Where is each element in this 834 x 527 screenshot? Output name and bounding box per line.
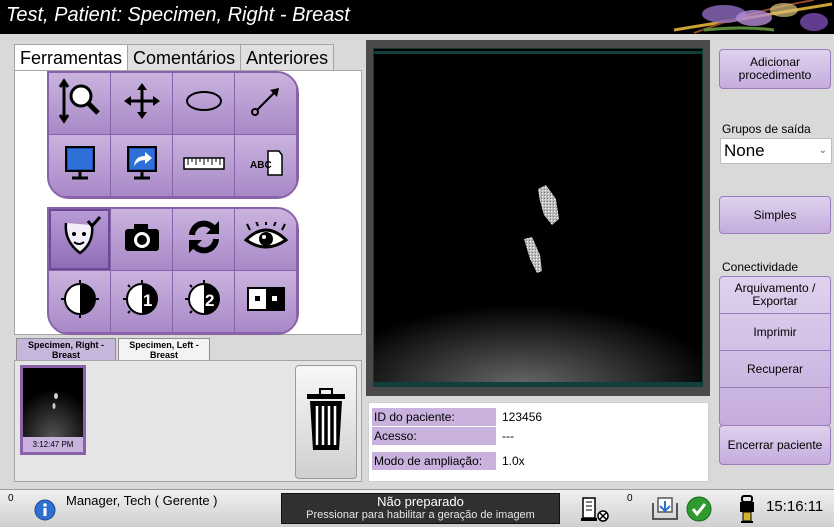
specimen-image [374, 49, 702, 386]
text-annotation-icon: ABC [248, 148, 284, 183]
window-title: Test, Patient: Specimen, Right - Breast [6, 4, 350, 26]
output-group-select[interactable]: None ⌄ [720, 138, 832, 164]
thumbnail-image [23, 368, 83, 438]
tool-group-image: 1 2 [47, 207, 299, 335]
contrast-1-button[interactable]: 1 [111, 271, 173, 333]
contrast-button[interactable] [49, 271, 111, 333]
svg-text:1: 1 [143, 291, 152, 310]
contrast-icon [60, 279, 100, 324]
not-ready-title: Não preparado [377, 494, 464, 509]
access-value: --- [502, 429, 514, 443]
thumbnail-time: 3:12:47 PM [23, 437, 83, 452]
retrieve-button[interactable]: Recuperar [720, 351, 830, 388]
tab-ferramentas[interactable]: Ferramentas [14, 44, 129, 71]
refresh-button[interactable] [173, 209, 235, 271]
eye-button[interactable] [235, 209, 297, 271]
camera-icon [122, 220, 162, 259]
text-annotation-button[interactable]: ABC [235, 135, 297, 197]
patient-id-label: ID do paciente: [372, 408, 496, 426]
magnification-value: 1.0x [502, 454, 525, 468]
not-ready-button[interactable]: Não preparado Pressionar para habilitar … [281, 493, 560, 524]
face-check-button[interactable] [49, 209, 111, 271]
app-window: Test, Patient: Specimen, Right - Breast … [0, 0, 834, 527]
lock-status-icon[interactable] [737, 494, 757, 524]
patient-info-panel: ID do paciente: 123456 Acesso: --- Modo … [368, 402, 709, 482]
refresh-icon [184, 217, 224, 262]
tab-anteriores[interactable]: Anteriores [240, 44, 335, 70]
ruler-button[interactable] [173, 135, 235, 197]
tool-panel: ABC 1 2 [14, 70, 362, 335]
send-image-button[interactable] [111, 135, 173, 197]
print-button[interactable]: Imprimir [720, 314, 830, 351]
series-tab-right[interactable]: Specimen, Right - Breast [16, 338, 116, 360]
magnification-label: Modo de ampliação: [372, 452, 496, 470]
ellipse-icon [184, 89, 224, 118]
svg-text:2: 2 [205, 291, 214, 310]
alert-count: 0 [8, 493, 14, 504]
monitor-button[interactable] [49, 135, 111, 197]
archive-export-button[interactable]: Arquivamento / Exportar [720, 277, 830, 314]
tool-group-annotation: ABC [47, 71, 299, 199]
series-tab-left[interactable]: Specimen, Left - Breast [118, 338, 210, 360]
queue-count: 0 [627, 493, 633, 504]
pan-button[interactable] [111, 73, 173, 135]
output-groups-label: Grupos de saída [722, 122, 811, 136]
trash-button[interactable] [295, 365, 357, 479]
device-disconnected-icon[interactable] [580, 496, 610, 524]
add-procedure-button[interactable]: Adicionar procedimento [719, 49, 831, 89]
close-patient-button[interactable]: Encerrar paciente [719, 425, 831, 465]
contrast-2-button[interactable]: 2 [173, 271, 235, 333]
thumbnail-panel: 3:12:47 PM [14, 360, 362, 482]
not-ready-subtitle: Pressionar para habilitar a geração de i… [306, 509, 535, 521]
check-status-icon[interactable] [686, 496, 712, 522]
image-viewer[interactable] [373, 48, 703, 387]
clock: 15:16:11 [766, 498, 824, 515]
arrow-icon [249, 84, 283, 123]
image-thumbnail[interactable]: 3:12:47 PM [20, 365, 86, 455]
print-queue-icon[interactable] [650, 495, 680, 523]
series-tabs: Specimen, Right - Breast Specimen, Left … [16, 338, 212, 360]
invert-icon [246, 286, 286, 317]
connectivity-label: Conectividade [722, 260, 799, 274]
ruler-icon [182, 154, 226, 177]
contrast-2-icon: 2 [184, 279, 224, 324]
camera-button[interactable] [111, 209, 173, 271]
status-bar: 0 Manager, Tech ( Gerente ) Não preparad… [0, 489, 834, 527]
face-check-icon [58, 215, 102, 264]
zoom-magnify-icon [57, 78, 103, 129]
monitor-icon [61, 144, 99, 187]
zoom-button[interactable] [49, 73, 111, 135]
connectivity-buttons: Arquivamento / Exportar Imprimir Recuper… [719, 276, 831, 426]
info-icon[interactable] [34, 499, 56, 521]
flower-decoration [664, 0, 834, 34]
send-image-icon [123, 144, 161, 187]
right-panel: Adicionar procedimento Grupos de saída N… [712, 36, 834, 484]
current-user: Manager, Tech ( Gerente ) [66, 493, 218, 508]
invert-button[interactable] [235, 271, 297, 333]
chevron-down-icon: ⌄ [818, 145, 827, 156]
trash-icon [303, 387, 349, 457]
arrow-button[interactable] [235, 73, 297, 135]
access-label: Acesso: [372, 427, 496, 445]
title-bar: Test, Patient: Specimen, Right - Breast [0, 0, 834, 34]
output-group-value: None [724, 141, 765, 160]
tool-tabs: Ferramentas Comentários Anteriores [14, 44, 335, 71]
simple-button[interactable]: Simples [719, 196, 831, 234]
pan-icon [122, 81, 162, 126]
svg-text:ABC: ABC [250, 160, 272, 171]
eye-icon [243, 220, 288, 257]
contrast-1-icon: 1 [122, 279, 162, 324]
tab-comentarios[interactable]: Comentários [127, 44, 242, 70]
patient-id-value: 123456 [502, 410, 543, 424]
ellipse-button[interactable] [173, 73, 235, 135]
image-viewer-frame [366, 40, 710, 396]
